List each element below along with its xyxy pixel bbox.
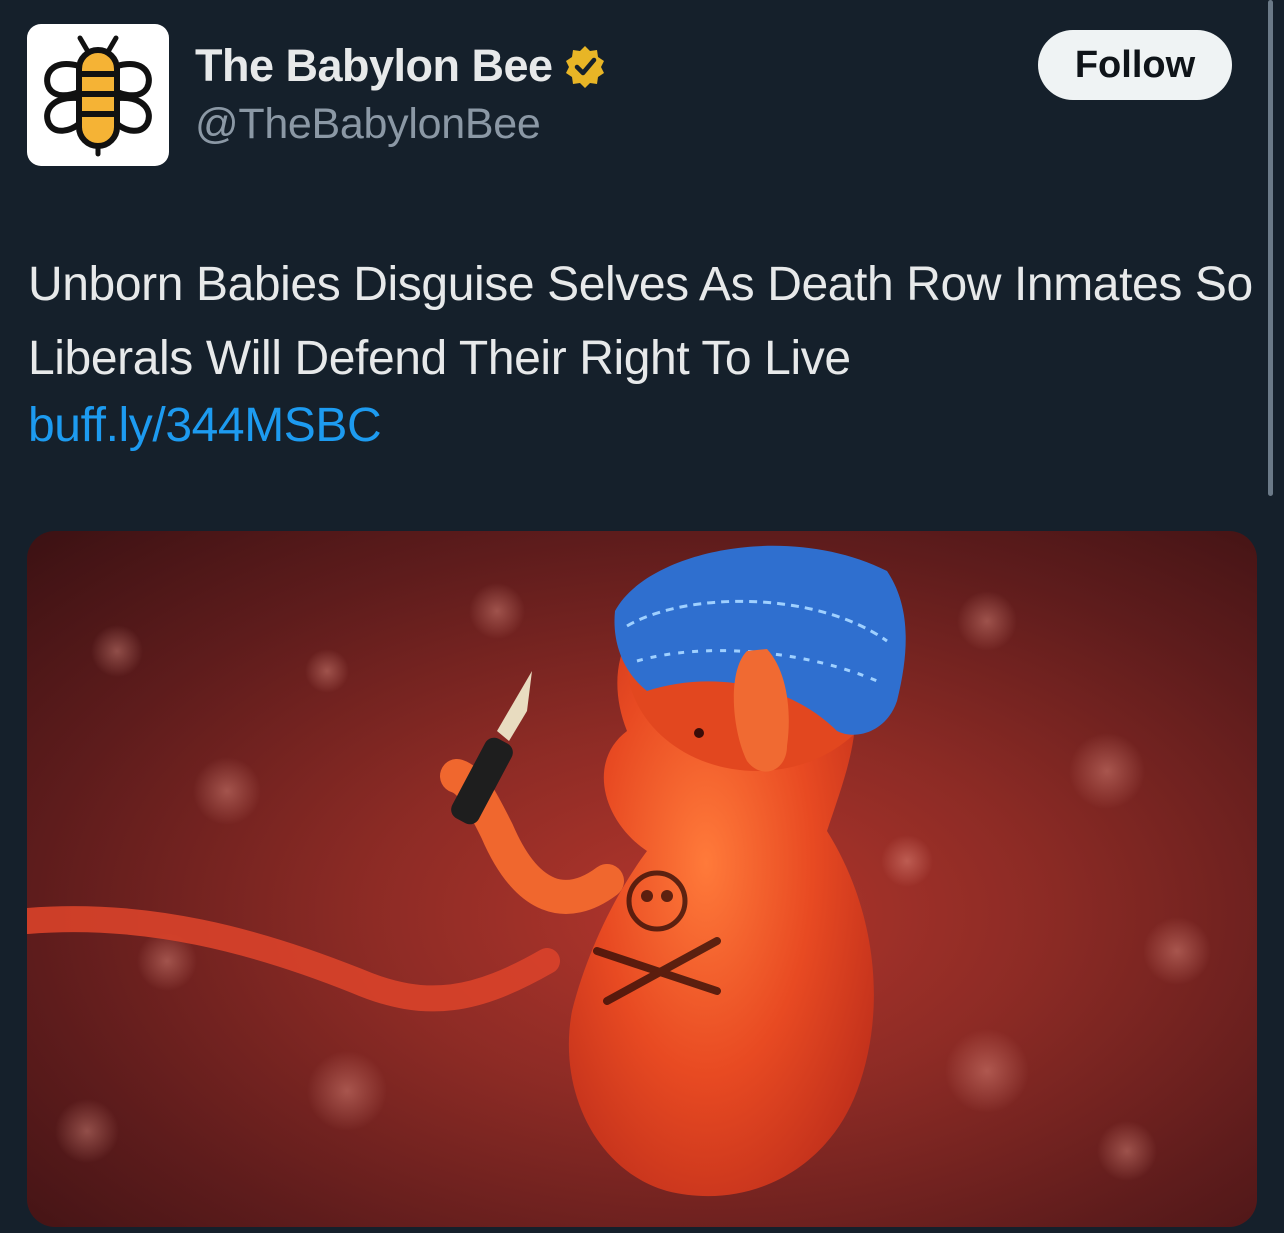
scrollbar[interactable] (1268, 0, 1273, 496)
tweet-text: Unborn Babies Disguise Selves As Death R… (28, 258, 1253, 385)
follow-button[interactable]: Follow (1038, 30, 1232, 100)
babylon-bee-logo-icon (44, 35, 152, 157)
author-display-name[interactable]: The Babylon Bee (195, 40, 553, 92)
author-handle[interactable]: @TheBabylonBee (195, 100, 541, 149)
author-name-row: The Babylon Bee (195, 40, 607, 92)
verified-badge-icon (565, 46, 604, 88)
tweet-link[interactable]: buff.ly/344MSBC (28, 394, 382, 458)
umbilical-cord (27, 906, 560, 1012)
teardrop-tattoo (694, 728, 704, 738)
tweet-card: The Babylon Bee @TheBabylonBee Follow Un… (0, 0, 1284, 1233)
author-avatar[interactable] (27, 24, 169, 166)
tweet-media-image[interactable] (27, 531, 1257, 1227)
embryo-illustration-icon (27, 545, 1211, 1197)
